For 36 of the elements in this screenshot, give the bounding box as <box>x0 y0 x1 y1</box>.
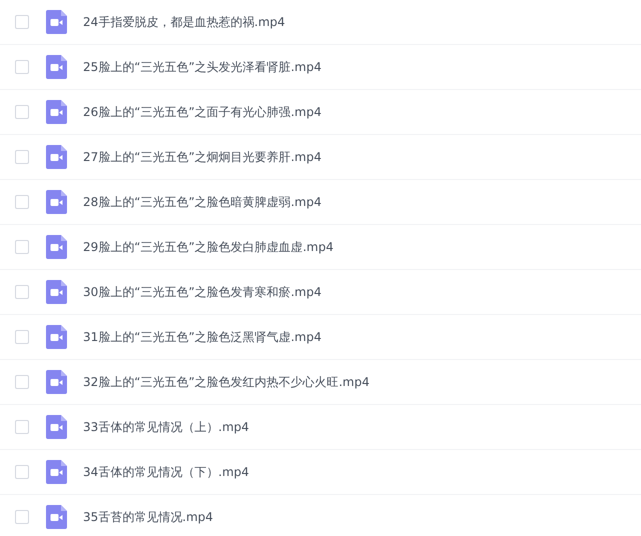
file-name[interactable]: 31脸上的“三光五色”之脸色泛黑肾气虚.mp4 <box>83 328 322 346</box>
file-name[interactable]: 28脸上的“三光五色”之脸色暗黄脾虚弱.mp4 <box>83 194 322 210</box>
video-file-icon <box>46 370 67 394</box>
checkbox[interactable] <box>15 240 29 254</box>
file-name[interactable]: 33舌体的常见情况（上）.mp4 <box>83 418 250 436</box>
checkbox[interactable] <box>15 60 29 74</box>
video-file-icon <box>46 325 67 349</box>
file-name[interactable]: 32脸上的“三光五色”之脸色发红内热不少心火旺.mp4 <box>83 374 370 390</box>
video-file-icon <box>46 190 67 214</box>
file-name[interactable]: 29脸上的“三光五色”之脸色发白肺虚血虚.mp4 <box>83 238 334 256</box>
checkbox[interactable] <box>15 195 29 209</box>
file-name[interactable]: 35舌苔的常见情况.mp4 <box>83 508 214 526</box>
video-file-icon <box>46 505 67 529</box>
file-name[interactable]: 24手指爱脱皮，都是血热惹的祸.mp4 <box>83 14 286 30</box>
video-file-icon <box>46 460 67 484</box>
checkbox[interactable] <box>15 465 29 479</box>
checkbox[interactable] <box>15 330 29 344</box>
file-name[interactable]: 27脸上的“三光五色”之炯炯目光要养肝.mp4 <box>83 148 322 166</box>
file-name[interactable]: 25脸上的“三光五色”之头发光泽看肾脏.mp4 <box>83 58 322 76</box>
video-file-icon <box>46 100 67 124</box>
video-file-icon <box>46 55 67 79</box>
checkbox[interactable] <box>15 510 29 524</box>
checkbox[interactable] <box>15 375 29 389</box>
video-file-icon <box>46 10 67 34</box>
video-file-icon <box>46 280 67 304</box>
file-name[interactable]: 34舌体的常见情况（下）.mp4 <box>83 464 250 480</box>
checkbox[interactable] <box>15 150 29 164</box>
video-file-icon <box>46 235 67 259</box>
file-name[interactable]: 26脸上的“三光五色”之面子有光心肺强.mp4 <box>83 104 322 120</box>
checkbox[interactable] <box>15 420 29 434</box>
checkbox[interactable] <box>15 105 29 119</box>
video-file-icon <box>46 415 67 439</box>
checkbox[interactable] <box>15 15 29 29</box>
video-file-icon <box>46 145 67 169</box>
checkbox[interactable] <box>15 285 29 299</box>
file-name[interactable]: 30脸上的“三光五色”之脸色发青寒和瘀.mp4 <box>83 284 322 300</box>
